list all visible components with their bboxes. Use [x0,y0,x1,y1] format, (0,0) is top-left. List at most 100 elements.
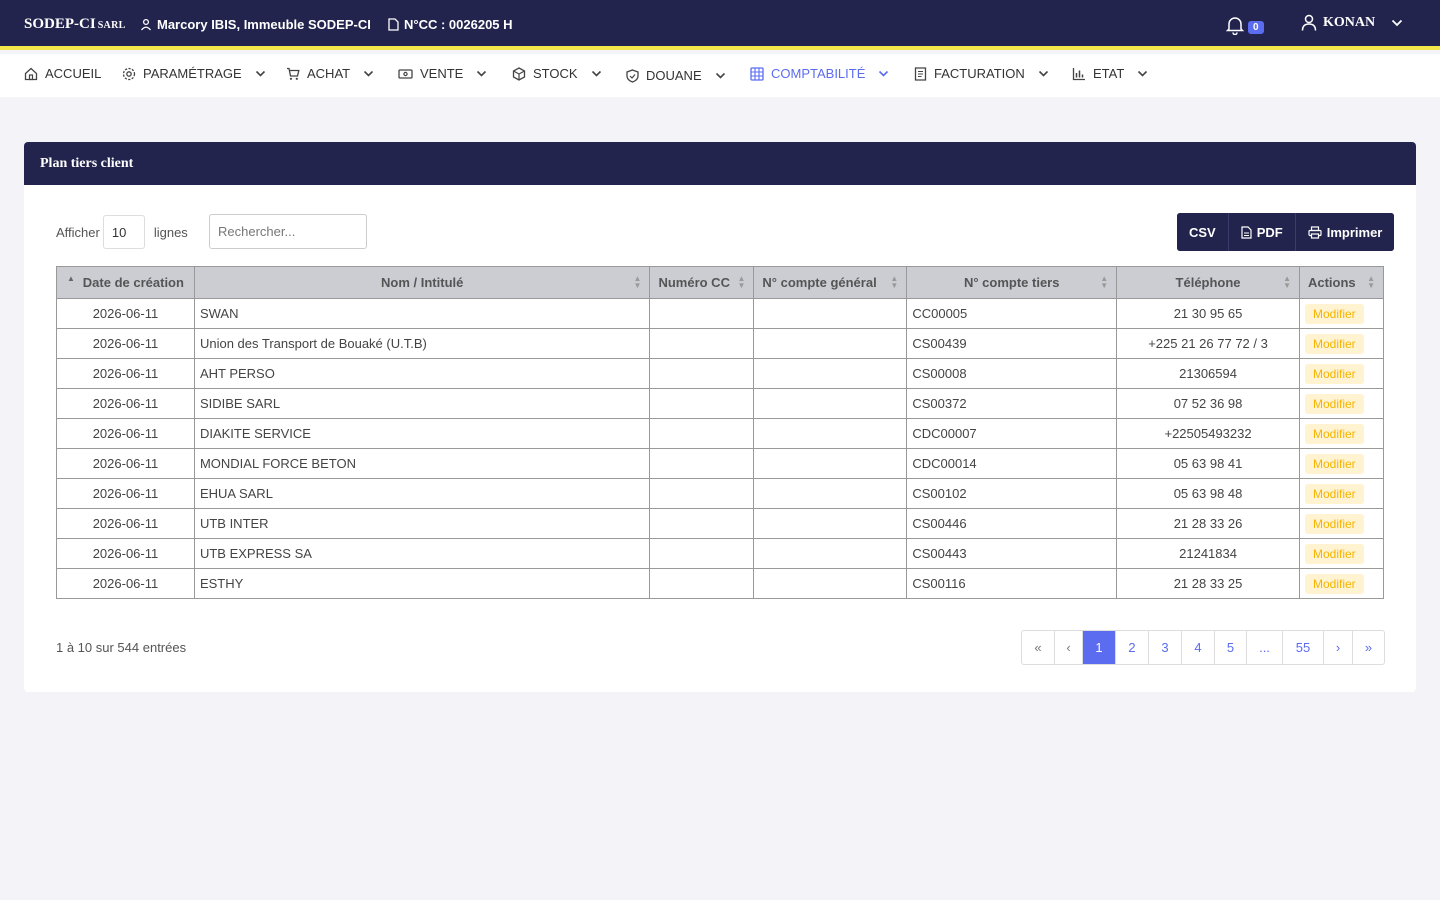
page-button-4[interactable]: 4 [1181,631,1214,664]
search-input[interactable] [209,214,367,249]
modifier-button[interactable]: Modifier [1304,423,1364,444]
cell-general [753,298,908,329]
cell-cc [649,538,755,569]
nav-accueil[interactable]: ACCUEIL [24,66,101,81]
nav-vente[interactable]: VENTE [398,66,487,81]
nav-comptabilite[interactable]: COMPTABILITÉ [750,66,889,81]
col-tiers-header[interactable]: N° compte tiers ▲ ▼ [906,266,1118,299]
ncc-text: N°CC : 0026205 H [404,17,513,32]
nav-vente-label: VENTE [420,66,464,81]
cell-tiers: CDC00014 [906,448,1118,479]
nav-stock[interactable]: STOCK [512,66,602,81]
col-actions-header: Actions ▲ ▼ [1298,266,1385,299]
page-length-value: 10 [111,224,127,240]
cell-general [753,388,908,419]
cash-icon [398,68,413,79]
cell-date: 2026-06-11 [56,388,195,419]
sort-icon: ▲ ▼ [1100,274,1109,290]
cell-phone: 05 63 98 48 [1116,478,1300,509]
cell-actions: Modifier [1298,328,1385,359]
cell-cc [649,478,755,509]
notifications-button[interactable]: 0 [1226,15,1264,35]
page-button-5[interactable]: 5 [1214,631,1246,664]
modifier-button[interactable]: Modifier [1304,483,1364,504]
nav-facturation[interactable]: FACTURATION [914,66,1049,81]
cell-name: EHUA SARL [193,478,651,509]
col-cc-header[interactable]: Numéro CC ▲ ▼ [649,266,755,299]
col-general-header[interactable]: N° compte général ▲ ▼ [753,266,908,299]
page-button-1[interactable]: 1 [1082,631,1115,664]
chevron-down-icon [1391,19,1403,26]
show-label: Afficher [56,224,100,240]
modifier-button[interactable]: Modifier [1304,453,1364,474]
col-general-label: N° compte général [762,275,877,290]
page-next-button[interactable]: › [1323,631,1352,664]
modifier-button[interactable]: Modifier [1304,543,1364,564]
nav-achat[interactable]: ACHAT [286,66,374,81]
sort-icon: ▲ ▼ [737,274,746,290]
brand-logo[interactable]: SODEP-CI SARL [24,16,126,33]
cell-cc [649,388,755,419]
cell-cc [649,328,755,359]
modifier-button[interactable]: Modifier [1304,363,1364,384]
cell-cc [649,358,755,389]
cell-actions: Modifier [1298,568,1385,599]
csv-button[interactable]: CSV [1177,213,1228,251]
chevron-down-icon [1038,70,1048,77]
modifier-button[interactable]: Modifier [1304,513,1364,534]
user-menu[interactable]: KONAN [1301,14,1403,31]
shield-icon [626,68,639,83]
table-row: 2026-06-11 DIAKITE SERVICE CDC00007 +225… [56,418,1385,449]
modifier-button[interactable]: Modifier [1304,393,1364,414]
cell-actions: Modifier [1298,418,1385,449]
cell-general [753,568,908,599]
table-row: 2026-06-11 EHUA SARL CS00102 05 63 98 48… [56,478,1385,509]
cell-actions: Modifier [1298,388,1385,419]
cell-phone: 21306594 [1116,358,1300,389]
col-cc-label: Numéro CC [658,275,730,290]
cart-icon [287,67,300,80]
cell-date: 2026-06-11 [56,448,195,479]
cell-tiers: CC00005 [906,298,1118,329]
box-icon [512,66,526,81]
page-last-button[interactable]: » [1352,631,1384,664]
main-nav: ACCUEIL PARAMÉTRAGE ACHAT VENTE STOCK DO… [0,54,1440,97]
col-date-header[interactable]: ▲ Date de création [56,266,195,299]
cell-name: Union des Transport de Bouaké (U.T.B) [193,328,651,359]
chevron-down-icon [1138,70,1148,77]
nav-douane-label: DOUANE [646,68,702,83]
cell-name: SIDIBE SARL [193,388,651,419]
page-length-select[interactable]: 10 [102,215,145,249]
table-row: 2026-06-11 Union des Transport de Bouaké… [56,328,1385,359]
nav-stock-label: STOCK [533,66,578,81]
page-first-button[interactable]: « [1022,631,1054,664]
page-prev-button[interactable]: ‹ [1054,631,1082,664]
col-name-header[interactable]: Nom / Intitulé ▲ ▼ [193,266,651,299]
clients-table: ▲ Date de création Nom / Intitulé ▲ ▼ Numé… [56,266,1385,599]
nav-parametrage[interactable]: PARAMÉTRAGE [122,66,266,81]
nav-etat[interactable]: ETAT [1072,66,1148,81]
page-button-2[interactable]: 2 [1115,631,1148,664]
cell-cc [649,448,755,479]
notification-count-badge: 0 [1248,20,1264,34]
pdf-button[interactable]: PDF [1227,213,1295,251]
cell-date: 2026-06-11 [56,418,195,449]
modifier-button[interactable]: Modifier [1304,573,1364,594]
nav-parametrage-label: PARAMÉTRAGE [143,66,242,81]
col-date-label: Date de création [82,275,184,290]
page-length-control: Afficher 10 lignes [56,215,188,249]
modifier-button[interactable]: Modifier [1304,303,1364,324]
print-button[interactable]: Imprimer [1294,213,1395,251]
cell-tiers: CDC00007 [906,418,1118,449]
modifier-button[interactable]: Modifier [1304,333,1364,354]
col-phone-header[interactable]: Téléphone ▲ ▼ [1116,266,1300,299]
chevron-down-icon [255,70,265,77]
cell-tiers: CS00102 [906,478,1118,509]
nav-douane[interactable]: DOUANE [626,68,726,83]
grid-icon [750,66,764,81]
bell-icon [1226,17,1244,35]
sort-icon: ▲ ▼ [1283,274,1291,290]
cell-date: 2026-06-11 [56,538,195,569]
page-button-3[interactable]: 3 [1148,631,1181,664]
page-button-55[interactable]: 55 [1282,631,1323,664]
